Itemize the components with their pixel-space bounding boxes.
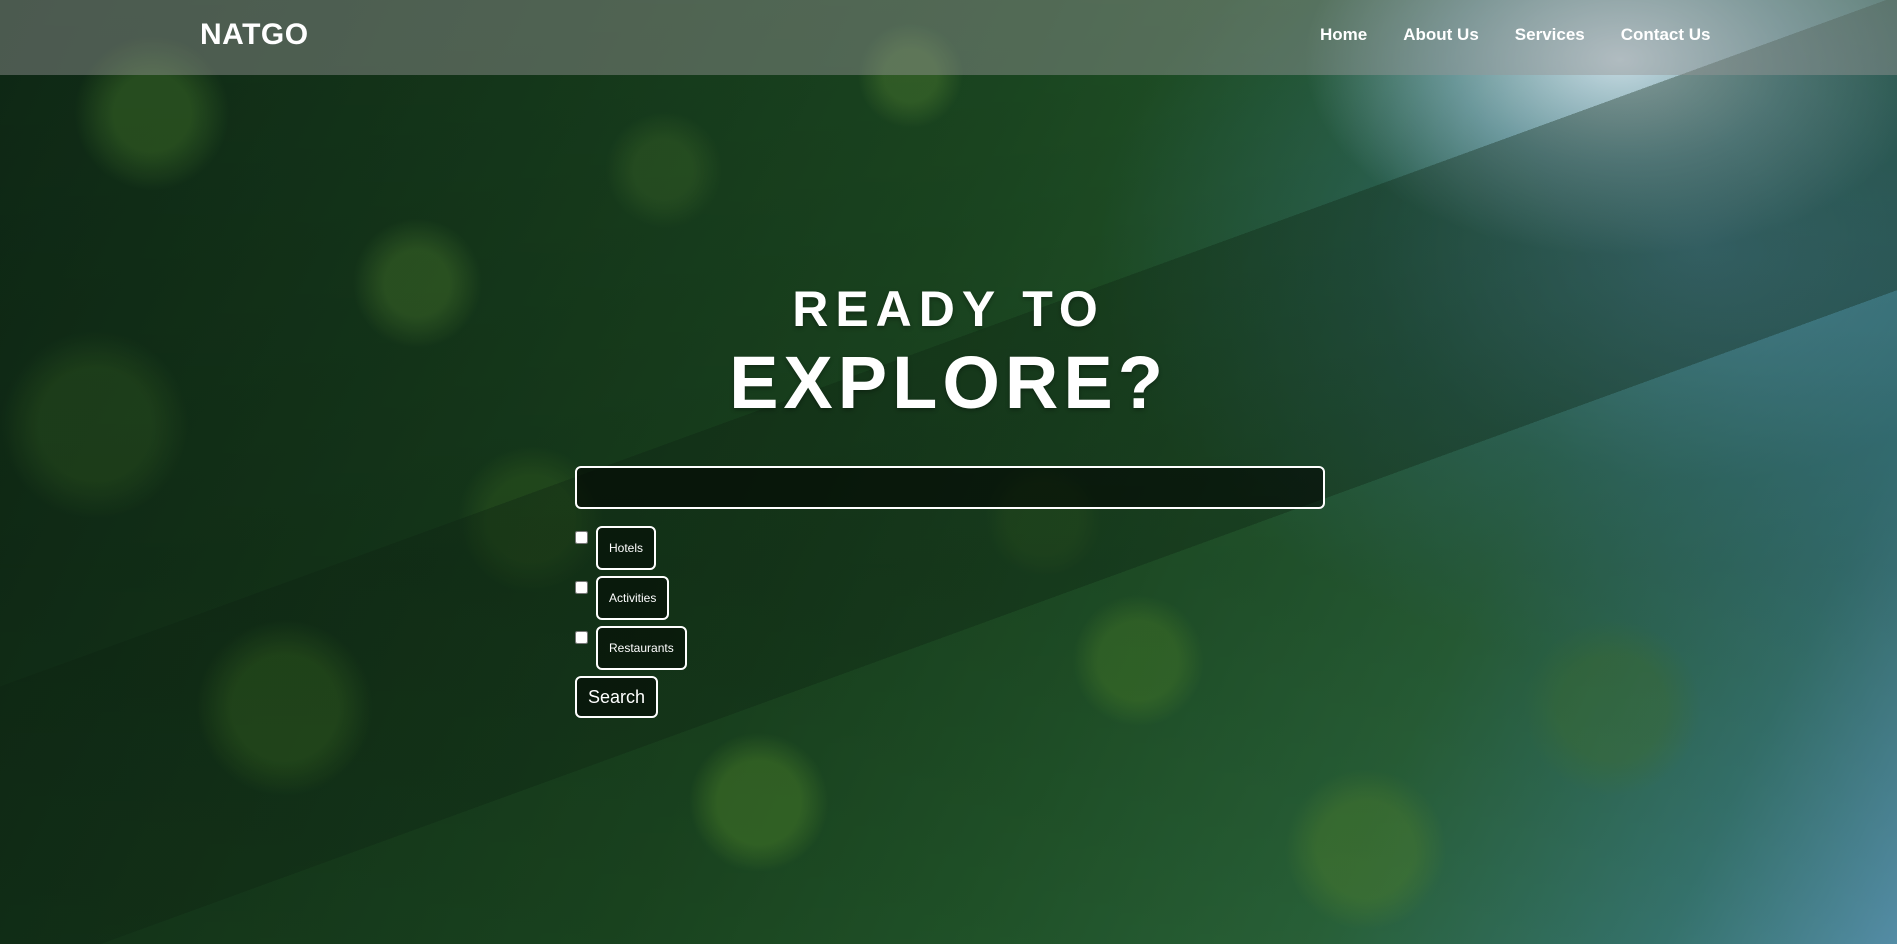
restaurants-checkbox[interactable] — [575, 631, 588, 644]
activities-filter-chip[interactable]: Activities — [596, 576, 670, 620]
hero-headline-line2: EXPLORE? — [729, 341, 1168, 424]
navbar: NATGO Home About Us Services Contact Us — [0, 0, 1897, 75]
hotels-checkbox[interactable] — [575, 531, 588, 544]
site-logo[interactable]: NATGO — [200, 18, 309, 52]
nav-link-services[interactable]: Services — [1515, 25, 1585, 45]
filter-hotels: Hotels — [575, 526, 657, 570]
filter-restaurants: Restaurants — [575, 626, 687, 670]
search-input[interactable] — [575, 466, 1325, 509]
hero-headline-line1: READY TO — [792, 281, 1105, 337]
filter-activities: Activities — [575, 576, 670, 620]
hotels-filter-chip[interactable]: Hotels — [596, 526, 657, 570]
activities-checkbox[interactable] — [575, 581, 588, 594]
restaurants-filter-chip[interactable]: Restaurants — [596, 626, 687, 670]
nav-links: Home About Us Services Contact Us — [1320, 0, 1710, 70]
hero-section: NATGO Home About Us Services Contact Us … — [0, 0, 1897, 944]
nav-link-contact-us[interactable]: Contact Us — [1621, 25, 1711, 45]
nav-link-home[interactable]: Home — [1320, 25, 1367, 45]
search-button[interactable]: Search — [575, 676, 659, 718]
nav-link-about-us[interactable]: About Us — [1403, 25, 1479, 45]
